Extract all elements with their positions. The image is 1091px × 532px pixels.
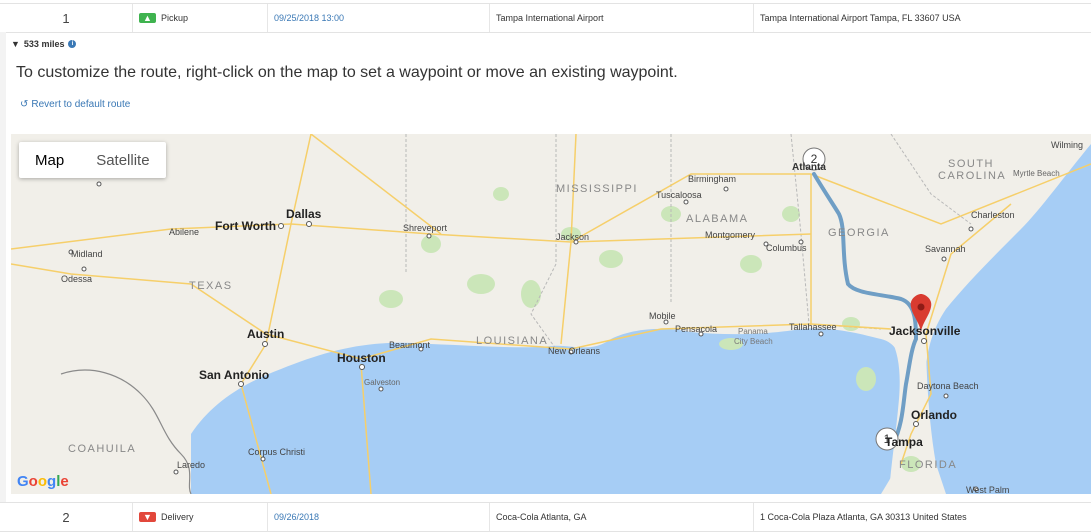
label-louisiana: LOUISIANA: [476, 335, 548, 347]
stop-location: Coca-Cola Atlanta, GA: [489, 503, 753, 531]
label-tuscaloosa: Tuscaloosa: [656, 190, 702, 200]
label-shreveport: Shreveport: [403, 223, 448, 233]
route-distance[interactable]: ▼ 533 miles i: [11, 39, 77, 49]
arrow-up-icon: ▲: [139, 13, 156, 23]
label-austin: Austin: [247, 327, 284, 341]
route-map[interactable]: 2 1 MISSISSIPPI ALABAMA GEORGIA SOUTH CA…: [11, 134, 1091, 494]
label-daytona: Daytona Beach: [917, 381, 979, 391]
label-atlanta: Atlanta: [792, 162, 826, 173]
label-birmingham: Birmingham: [688, 174, 736, 184]
map-type-control: Map Satellite: [19, 142, 166, 178]
map-canvas[interactable]: 2 1 MISSISSIPPI ALABAMA GEORGIA SOUTH CA…: [11, 134, 1091, 494]
label-fortworth: Fort Worth: [215, 219, 276, 233]
distance-label: 533 miles: [23, 39, 65, 49]
mexico-border: [60, 369, 192, 494]
label-odessa: Odessa: [61, 274, 92, 284]
left-border: [0, 32, 6, 502]
route-instructions: To customize the route, right-click on t…: [16, 64, 678, 81]
gulf-of-mexico: [191, 328, 902, 494]
stop-address: Tampa International Airport Tampa, FL 33…: [753, 4, 1091, 32]
label-texas: TEXAS: [189, 280, 233, 292]
label-carolina: CAROLINA: [938, 170, 1006, 182]
stop-location: Tampa International Airport: [489, 4, 753, 32]
map-type-map-button[interactable]: Map: [19, 142, 80, 178]
label-columbus: Columbus: [766, 243, 807, 253]
label-midland: Midland: [71, 249, 103, 259]
label-savannah: Savannah: [925, 244, 966, 254]
label-coahuila: COAHUILA: [68, 443, 136, 455]
label-laredo: Laredo: [177, 460, 205, 470]
label-florida: FLORIDA: [899, 459, 957, 471]
label-mobile: Mobile: [649, 311, 676, 321]
collapse-triangle-icon[interactable]: ▼: [11, 39, 20, 49]
label-orlando: Orlando: [911, 408, 957, 422]
revert-route-link[interactable]: ↺ Revert to default route: [20, 99, 130, 110]
label-georgia: GEORGIA: [828, 227, 890, 239]
label-dallas: Dallas: [286, 207, 322, 221]
google-logo: Google: [17, 473, 69, 490]
stop-number: 1: [62, 10, 70, 26]
label-sanantonio: San Antonio: [199, 368, 269, 382]
map-type-satellite-button[interactable]: Satellite: [80, 142, 165, 178]
label-wilming: Wilming: [1051, 140, 1083, 150]
label-jacksonville: Jacksonville: [889, 324, 961, 338]
stop-row-1: 1 ▲ Pickup 09/25/2018 13:00 Tampa Intern…: [0, 3, 1091, 33]
label-abilene: Abilene: [169, 227, 199, 237]
label-westpalm: West Palm: [966, 485, 1009, 494]
label-charleston: Charleston: [971, 210, 1015, 220]
undo-icon: ↺: [20, 99, 29, 110]
stop-row-2: 2 ▼ Delivery 09/26/2018 Coca-Cola Atlant…: [0, 502, 1091, 532]
label-south: SOUTH: [948, 158, 994, 170]
stop-address: 1 Coca-Cola Plaza Atlanta, GA 30313 Unit…: [753, 503, 1091, 531]
arrow-down-icon: ▼: [139, 512, 156, 522]
stop-type: ▲ Pickup: [132, 4, 267, 32]
label-jackson: Jackson: [556, 232, 589, 242]
label-montgomery: Montgomery: [705, 230, 756, 240]
stop-type-label: Pickup: [161, 13, 189, 23]
stop-type-label: Delivery: [161, 512, 194, 522]
label-tampa: Tampa: [885, 435, 923, 449]
label-myrtle: Myrtle Beach: [1013, 169, 1060, 178]
label-beaumont: Beaumont: [389, 340, 431, 350]
stop-number: 2: [62, 509, 70, 525]
label-galveston: Galveston: [364, 378, 400, 387]
label-tallahassee: Tallahassee: [789, 322, 837, 332]
state-borders: [405, 134, 972, 350]
revert-label: Revert to default route: [31, 99, 131, 110]
info-icon[interactable]: i: [68, 40, 77, 48]
label-pensacola: Pensacola: [675, 324, 717, 334]
label-alabama: ALABAMA: [686, 213, 748, 225]
label-mississippi: MISSISSIPPI: [556, 183, 638, 195]
label-panama2: City Beach: [734, 337, 773, 346]
label-neworleans: New Orleans: [548, 346, 601, 356]
label-corpus: Corpus Christi: [248, 447, 305, 457]
label-houston: Houston: [337, 351, 386, 365]
stop-type: ▼ Delivery: [132, 503, 267, 531]
stop-date[interactable]: 09/25/2018 13:00: [267, 4, 489, 32]
stop-date[interactable]: 09/26/2018: [267, 503, 489, 531]
label-panama: Panama: [738, 327, 768, 336]
